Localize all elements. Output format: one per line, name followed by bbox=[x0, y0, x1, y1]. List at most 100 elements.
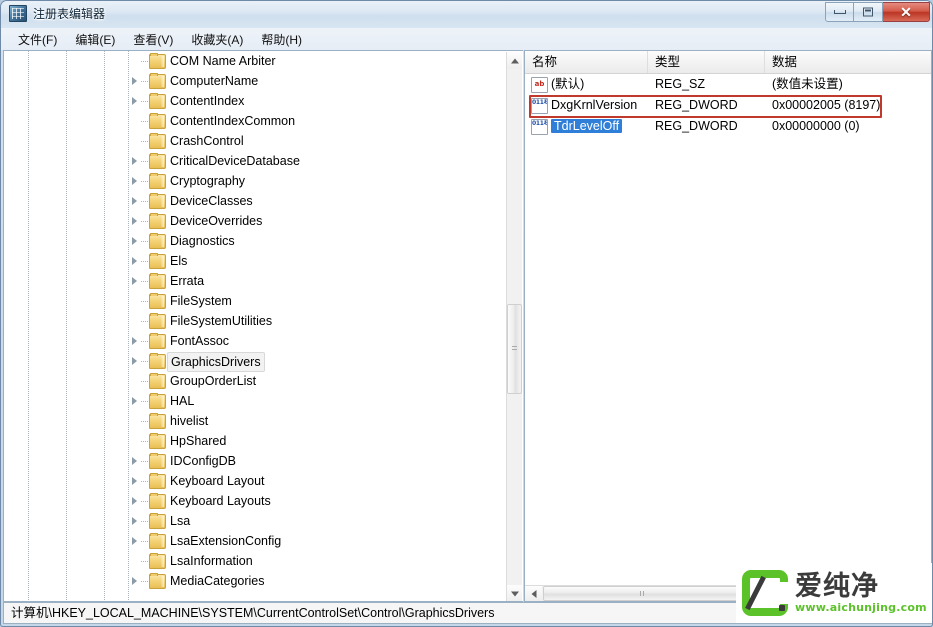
expand-arrow-icon[interactable] bbox=[130, 577, 139, 586]
tree-node[interactable]: GroupOrderList bbox=[4, 371, 507, 391]
expand-arrow-icon[interactable] bbox=[130, 257, 139, 266]
tree-connector-line bbox=[141, 581, 148, 582]
value-row[interactable]: (默认) REG_SZ (数值未设置) bbox=[525, 74, 931, 95]
folder-icon bbox=[149, 493, 166, 509]
tree-node[interactable]: MediaCategories bbox=[4, 571, 507, 591]
tree-node-label: FontAssoc bbox=[170, 334, 230, 348]
menu-item-view[interactable]: 查看(V) bbox=[124, 29, 182, 50]
scroll-left-button[interactable] bbox=[525, 586, 542, 601]
scroll-up-button[interactable] bbox=[507, 52, 522, 69]
tree-node[interactable]: FontAssoc bbox=[4, 331, 507, 351]
values-row-list: (默认) REG_SZ (数值未设置) DxgKrnlVersion REG_DWORD… bbox=[525, 74, 931, 137]
maximize-button[interactable] bbox=[854, 2, 883, 22]
expand-arrow-icon[interactable] bbox=[130, 197, 139, 206]
expand-arrow-icon[interactable] bbox=[130, 477, 139, 486]
value-data: (数值未设置) bbox=[772, 77, 843, 91]
folder-icon bbox=[149, 93, 166, 109]
folder-icon bbox=[149, 233, 166, 249]
tree-node[interactable]: Cryptography bbox=[4, 171, 507, 191]
tree-connector-line bbox=[141, 381, 148, 382]
tree-node-label: Keyboard Layouts bbox=[170, 494, 271, 508]
expand-arrow-icon[interactable] bbox=[130, 457, 139, 466]
minimize-icon bbox=[833, 10, 846, 14]
expand-arrow-icon[interactable] bbox=[130, 157, 139, 166]
tree-connector-line bbox=[141, 81, 148, 82]
registry-editor-icon bbox=[9, 5, 27, 22]
tree-node[interactable]: DeviceOverrides bbox=[4, 211, 507, 231]
column-header-type[interactable]: 类型 bbox=[648, 51, 765, 73]
tree-node[interactable]: Els bbox=[4, 251, 507, 271]
tree-node-label: Cryptography bbox=[170, 174, 246, 188]
tree-node-label: ContentIndex bbox=[170, 94, 245, 108]
tree-node[interactable]: ComputerName bbox=[4, 71, 507, 91]
tree-node[interactable]: DeviceClasses bbox=[4, 191, 507, 211]
tree-node[interactable]: hivelist bbox=[4, 411, 507, 431]
close-button[interactable]: ✕ bbox=[883, 2, 930, 22]
expand-arrow-icon[interactable] bbox=[130, 177, 139, 186]
tree-node[interactable]: FileSystemUtilities bbox=[4, 311, 507, 331]
menu-item-file[interactable]: 文件(F) bbox=[9, 29, 66, 50]
tree-node[interactable]: CriticalDeviceDatabase bbox=[4, 151, 507, 171]
expand-arrow-icon[interactable] bbox=[130, 97, 139, 106]
tree-node[interactable]: FileSystem bbox=[4, 291, 507, 311]
tree-node[interactable]: IDConfigDB bbox=[4, 451, 507, 471]
value-row[interactable]: TdrLevelOff REG_DWORD 0x00000000 (0) bbox=[525, 116, 931, 137]
tree-node[interactable]: Keyboard Layouts bbox=[4, 491, 507, 511]
values-scrollbar-thumb[interactable] bbox=[543, 586, 743, 601]
tree-node[interactable]: CrashControl bbox=[4, 131, 507, 151]
tree-node[interactable]: Lsa bbox=[4, 511, 507, 531]
tree-connector-line bbox=[141, 161, 148, 162]
tree-node[interactable]: ContentIndex bbox=[4, 91, 507, 111]
tree-node-label: LsaExtensionConfig bbox=[170, 534, 282, 548]
tree-node-label: FileSystemUtilities bbox=[170, 314, 273, 328]
tree-node[interactable]: Diagnostics bbox=[4, 231, 507, 251]
menu-item-edit[interactable]: 编辑(E) bbox=[66, 29, 124, 50]
expand-arrow-icon[interactable] bbox=[130, 237, 139, 246]
menu-item-favorites[interactable]: 收藏夹(A) bbox=[182, 29, 252, 50]
registry-key-tree[interactable]: COM Name Arbiter ComputerName ContentIndex… bbox=[4, 51, 507, 601]
tree-node-label: MediaCategories bbox=[170, 574, 265, 588]
folder-icon bbox=[149, 533, 166, 549]
column-header-name[interactable]: 名称 bbox=[525, 51, 648, 73]
tree-node-label: CriticalDeviceDatabase bbox=[170, 154, 300, 168]
tree-node[interactable]: ContentIndexCommon bbox=[4, 111, 507, 131]
tree-vertical-scrollbar[interactable] bbox=[506, 52, 522, 601]
value-row[interactable]: DxgKrnlVersion REG_DWORD 0x00002005 (8197) bbox=[525, 95, 931, 116]
tree-node-label: IDConfigDB bbox=[170, 454, 236, 468]
value-name-selected: TdrLevelOff bbox=[551, 119, 623, 133]
tree-node[interactable]: LsaExtensionConfig bbox=[4, 531, 507, 551]
tree-node[interactable]: HpShared bbox=[4, 431, 507, 451]
tree-node[interactable]: HAL bbox=[4, 391, 507, 411]
expand-arrow-icon[interactable] bbox=[130, 517, 139, 526]
tree-node-label: FileSystem bbox=[170, 294, 232, 308]
tree-node[interactable]: LsaInformation bbox=[4, 551, 507, 571]
expand-arrow-icon[interactable] bbox=[130, 217, 139, 226]
menu-bar: 文件(F) 编辑(E) 查看(V) 收藏夹(A) 帮助(H) bbox=[1, 28, 932, 50]
value-data: 0x00002005 (8197) bbox=[772, 98, 881, 112]
expand-arrow-icon[interactable] bbox=[130, 77, 139, 86]
tree-connector-line bbox=[141, 121, 148, 122]
scroll-down-button[interactable] bbox=[507, 585, 522, 601]
tree-scrollbar-thumb[interactable] bbox=[507, 304, 522, 394]
column-header-data[interactable]: 数据 bbox=[765, 51, 931, 73]
tree-node[interactable]: GraphicsDrivers bbox=[4, 351, 507, 372]
expand-arrow-icon[interactable] bbox=[130, 277, 139, 286]
expand-arrow-icon[interactable] bbox=[130, 337, 139, 346]
tree-node[interactable]: Errata bbox=[4, 271, 507, 291]
tree-node-label: HpShared bbox=[170, 434, 227, 448]
expand-arrow-icon[interactable] bbox=[130, 537, 139, 546]
menu-item-help[interactable]: 帮助(H) bbox=[252, 29, 311, 50]
tree-node[interactable]: COM Name Arbiter bbox=[4, 51, 507, 71]
expand-arrow-icon[interactable] bbox=[130, 497, 139, 506]
folder-icon bbox=[149, 433, 166, 449]
folder-icon bbox=[149, 413, 166, 429]
tree-connector-line bbox=[141, 361, 148, 362]
tree-node[interactable]: Keyboard Layout bbox=[4, 471, 507, 491]
tree-connector-line bbox=[141, 281, 148, 282]
expand-arrow-icon[interactable] bbox=[130, 397, 139, 406]
folder-icon bbox=[149, 513, 166, 529]
folder-icon bbox=[149, 373, 166, 389]
expand-arrow-icon[interactable] bbox=[130, 357, 139, 366]
tree-node-label: hivelist bbox=[170, 414, 209, 428]
minimize-button[interactable] bbox=[825, 2, 854, 22]
